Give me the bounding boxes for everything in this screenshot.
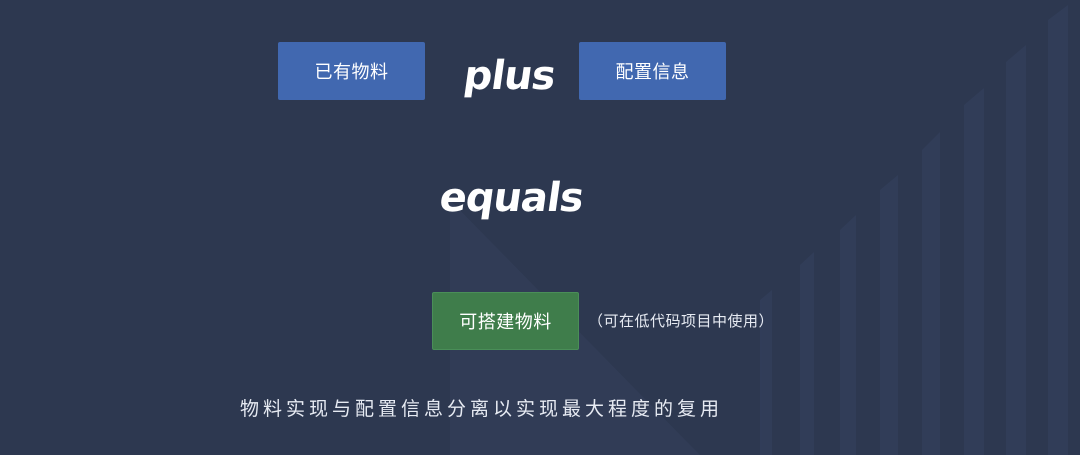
existing-materials-box: 已有物料 [278,42,425,100]
existing-materials-label: 已有物料 [314,62,389,83]
buildable-materials-box: 可搭建物料 [432,292,579,350]
low-code-note: （可在低代码项目中使用） [588,312,775,330]
plus-operator: plus [460,53,558,99]
buildable-materials-label: 可搭建物料 [459,312,552,333]
summary-caption: 物料实现与配置信息分离以实现最大程度的复用 [240,398,724,420]
equals-operator: equals [436,175,586,221]
config-info-label: 配置信息 [615,62,690,83]
config-info-box: 配置信息 [579,42,726,100]
